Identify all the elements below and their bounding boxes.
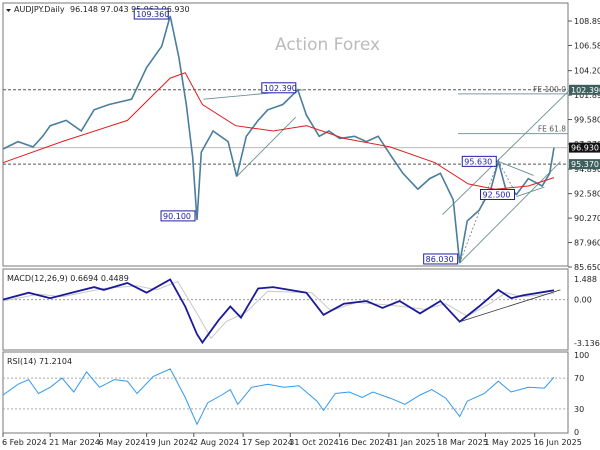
y-tick-label: 87.960: [574, 239, 600, 248]
rsi-y-label: 30: [574, 405, 584, 414]
macd-trendline: [459, 289, 561, 323]
trendline: [459, 161, 561, 264]
macd-y-label: -3.1368: [574, 339, 600, 348]
price-label: 92.500: [482, 190, 510, 199]
x-tick-label: 2 Aug 2024: [193, 438, 239, 447]
x-tick-label: 16 Jun 2025: [534, 438, 582, 447]
price-label: 102.390: [264, 84, 297, 93]
ohlc-readout: 96.148 97.043 95.962 96.930: [70, 5, 190, 14]
x-tick-label: 6 Feb 2024: [2, 438, 47, 447]
y-tick-label: 106.580: [574, 41, 600, 50]
chart-canvas: Action Forex AUDJPY.Daily 96.148 97.043 …: [2, 2, 600, 447]
x-tick-label: 21 Mar 2024: [49, 438, 100, 447]
x-tick-label: 18 Mar 2025: [437, 438, 488, 447]
x-tick-label: 31 Jan 2025: [388, 438, 436, 447]
y-tick-label: 104.200: [574, 67, 600, 76]
rsi-y-label: 100: [574, 351, 589, 360]
fibonacci-level-label: FE 61.8: [538, 125, 566, 134]
fibonacci-level-label: FE 100.0: [533, 85, 566, 94]
y-tick-label: 108.890: [574, 17, 600, 26]
chart-title: AUDJPY.Daily: [14, 5, 65, 14]
x-tick-label: 16 Dec 2024: [339, 438, 390, 447]
x-tick-label: 31 Oct 2024: [289, 438, 338, 447]
price-label: 90.100: [163, 212, 191, 221]
price-label: 86.030: [426, 255, 454, 264]
price-axis-badge-label: 96.930: [571, 144, 599, 153]
rsi-line: [2, 368, 555, 426]
y-tick-label: 99.580: [574, 116, 600, 125]
macd-line: [2, 278, 555, 345]
chart-window: Action Forex AUDJPY.Daily 96.148 97.043 …: [0, 0, 600, 450]
macd-title: MACD(12,26,9) 0.6694 0.4489: [7, 274, 129, 283]
price-label: 95.630: [464, 157, 492, 166]
x-tick-label: 6 May 2024: [98, 438, 145, 447]
y-tick-label: 90.270: [574, 214, 600, 223]
watermark: Action Forex: [275, 35, 380, 55]
x-tick-label: 17 Sep 2024: [242, 438, 293, 447]
price-label: 109.360: [136, 10, 169, 19]
rsi-title: RSI(14) 71.2104: [7, 357, 72, 366]
price-axis-badge-label: 95.370: [571, 160, 599, 169]
macd-y-label: 0.00: [574, 296, 592, 305]
projection-dotted-line: [459, 160, 517, 264]
y-tick-label: 85.650: [574, 263, 600, 272]
rsi-y-label: 0: [574, 428, 579, 437]
macd-y-label: 1.488: [574, 275, 597, 284]
trendline: [498, 160, 534, 176]
x-tick-label: 1 May 2025: [484, 438, 531, 447]
rsi-panel: [2, 351, 569, 434]
y-tick-label: 92.580: [574, 190, 600, 199]
trendline: [236, 116, 297, 177]
collapse-arrow-icon[interactable]: [6, 9, 11, 12]
price-axis-badge-label: 102.390: [571, 86, 600, 95]
rsi-y-label: 70: [574, 374, 584, 383]
x-tick-label: 19 Jun 2024: [146, 438, 194, 447]
